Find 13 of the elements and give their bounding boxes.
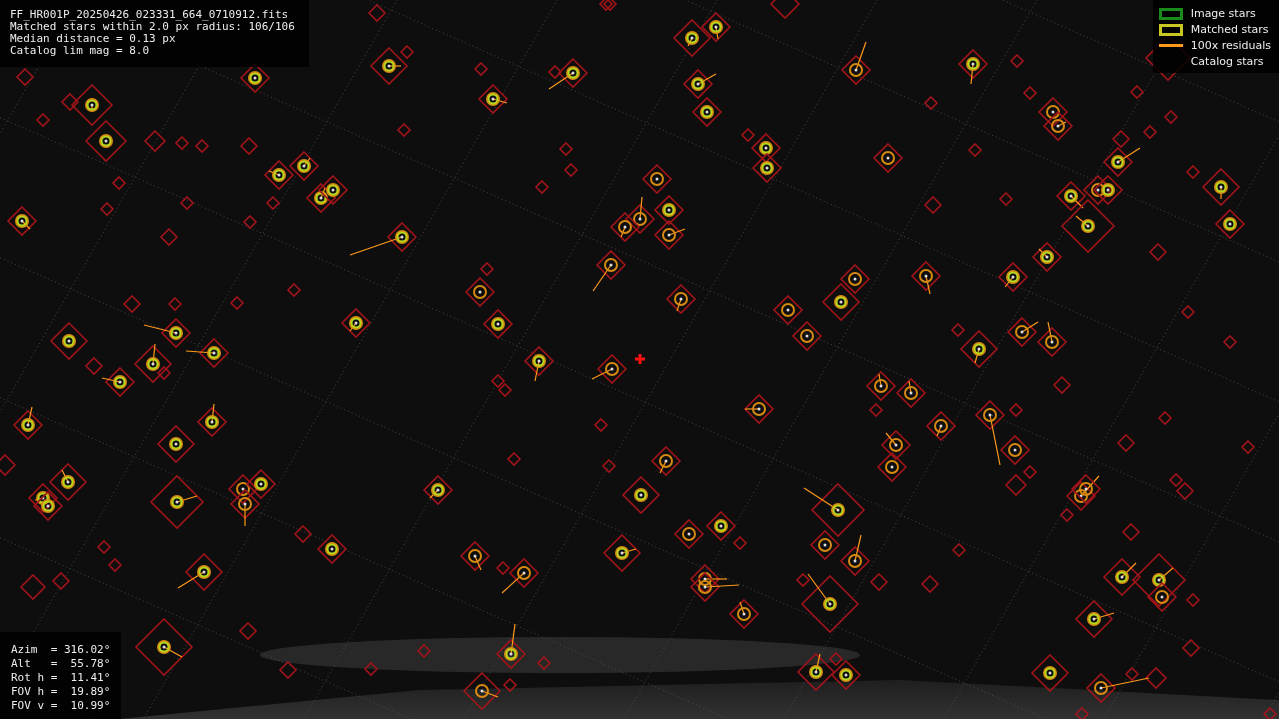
header-text: Matched stars within 2.0 px radius: 106/106 <box>10 21 295 33</box>
pointing-text: FOV v = 10.99° <box>11 699 111 713</box>
legend-label: Catalog stars <box>1190 55 1264 68</box>
header-text: Catalog lim mag = 8.0 <box>10 45 151 57</box>
legend-label: Matched stars <box>1190 23 1269 36</box>
header-text: FF_HR001P_20250426_023331_664_0710912.fits <box>10 9 290 21</box>
pointing-text: Azim = 316.02° <box>11 643 111 657</box>
pointing-text: Rot h = 11.41° <box>11 671 111 685</box>
header-text: Median distance = 0.13 px <box>10 33 177 45</box>
legend-label: 100x residuals <box>1190 39 1271 52</box>
legend-label: Image stars <box>1190 7 1256 20</box>
pointing-text: Alt = 55.78° <box>11 657 111 671</box>
pointing-text: FOV h = 19.89° <box>11 685 111 699</box>
